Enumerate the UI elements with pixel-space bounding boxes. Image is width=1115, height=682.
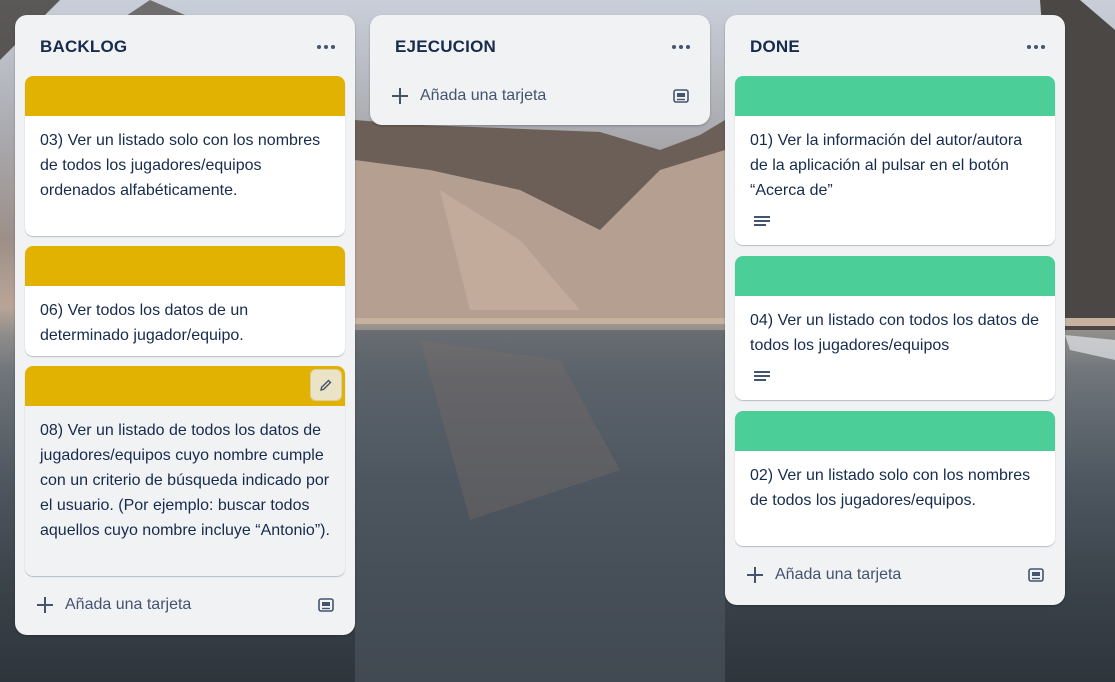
card-title: 06) Ver todos los datos de un determinad… [40,302,249,344]
card-label-cover [25,366,345,406]
add-card-button[interactable]: Añada una tarjeta [25,590,345,626]
card-label-cover [25,76,345,116]
card-template-icon[interactable] [317,596,341,620]
card[interactable]: 02) Ver un listado solo con los nombres … [735,411,1055,546]
card-title: 04) Ver un listado con todos los datos d… [750,312,1040,354]
list-header: DONE [725,15,1065,77]
ellipsis-icon[interactable] [1027,45,1045,49]
card-template-icon[interactable] [672,87,696,111]
list-title[interactable]: EJECUCION [395,37,496,57]
card[interactable]: 01) Ver la información del autor/autora … [735,76,1055,245]
list-header: EJECUCION [370,15,710,77]
card-title: 02) Ver un listado solo con los nombres … [750,467,1031,509]
card-title: 03) Ver un listado solo con los nombres … [40,132,321,199]
card-label-cover [735,76,1055,116]
card-title: 08) Ver un listado de todos los datos de… [40,422,330,539]
list-header: BACKLOG [15,15,355,77]
ellipsis-icon[interactable] [672,45,690,49]
add-card-label: Añada una tarjeta [775,566,902,583]
add-card-button[interactable]: Añada una tarjeta [735,560,1055,596]
plus-icon [37,596,53,613]
card[interactable]: 04) Ver un listado con todos los datos d… [735,256,1055,400]
plus-icon [747,566,763,583]
add-card-button[interactable]: Añada una tarjeta [380,81,700,117]
description-icon [754,371,770,383]
plus-icon [392,87,408,104]
card[interactable]: 06) Ver todos los datos de un determinad… [25,246,345,356]
add-card-label: Añada una tarjeta [420,87,547,104]
list-ejecucion: EJECUCION Añada una tarjeta [370,15,710,125]
list-done: DONE 01) Ver la información del autor/au… [725,15,1065,605]
card[interactable]: 08) Ver un listado de todos los datos de… [25,366,345,576]
pencil-icon[interactable] [310,369,342,401]
card-title: 01) Ver la información del autor/autora … [750,132,1023,199]
list-title[interactable]: BACKLOG [40,37,127,57]
list-title[interactable]: DONE [750,37,800,57]
add-card-label: Añada una tarjeta [65,596,192,613]
card-label-cover [25,246,345,286]
list-backlog: BACKLOG 03) Ver un listado solo con los … [15,15,355,635]
card-label-cover [735,256,1055,296]
card[interactable]: 03) Ver un listado solo con los nombres … [25,76,345,236]
ellipsis-icon[interactable] [317,45,335,49]
card-template-icon[interactable] [1027,566,1051,590]
description-icon [754,216,770,228]
card-label-cover [735,411,1055,451]
